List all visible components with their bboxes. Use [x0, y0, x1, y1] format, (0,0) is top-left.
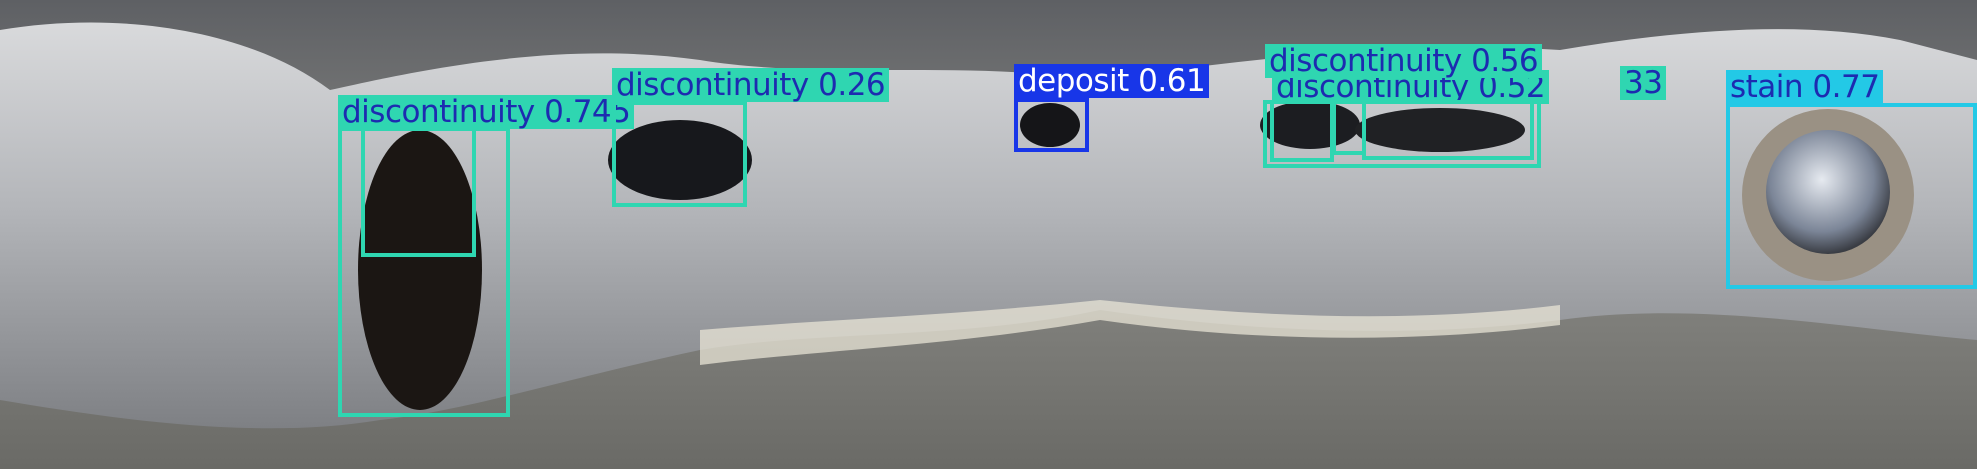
weld-photo: [0, 0, 1977, 469]
stain-box: [1726, 103, 1977, 289]
deposit-label: deposit 0.61: [1014, 64, 1210, 98]
discontinuity-label: discontinuity 0.26: [612, 68, 890, 102]
stain-label: stain 0.77: [1726, 70, 1884, 104]
deposit-box: [1014, 98, 1089, 152]
discontinuity-box-inner: [1270, 100, 1334, 162]
detection-scene: discontinuity 0.745 discontinuity 0.26 d…: [0, 0, 1977, 469]
discontinuity-label: discontinuity 0.745: [338, 95, 635, 129]
discontinuity-box-inner: [361, 127, 476, 257]
discontinuity-box: [612, 101, 747, 207]
discontinuity-box-inner: [1332, 100, 1366, 155]
discontinuity-box-inner: [1362, 100, 1534, 160]
discontinuity-label-back: 33: [1620, 66, 1667, 100]
discontinuity-label-front: discontinuity 0.56: [1265, 44, 1543, 78]
